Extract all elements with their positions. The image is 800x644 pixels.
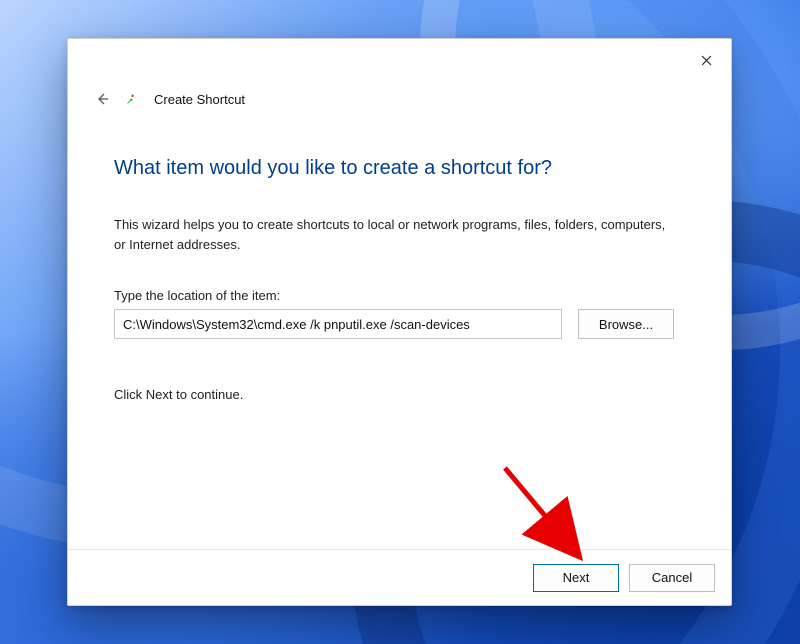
wizard-header: ↗• Create Shortcut [68,89,731,109]
continue-hint: Click Next to continue. [114,387,685,402]
dialog-content: What item would you like to create a sho… [68,109,731,549]
wizard-heading: What item would you like to create a sho… [114,155,685,181]
shortcut-wizard-icon: ↗• [126,92,140,106]
dialog-title: Create Shortcut [154,92,245,107]
titlebar [68,39,731,83]
back-arrow-icon[interactable] [92,89,112,109]
location-label: Type the location of the item: [114,288,685,303]
wizard-description: This wizard helps you to create shortcut… [114,215,674,254]
browse-button[interactable]: Browse... [578,309,674,339]
desktop-background: ↗• Create Shortcut What item would you l… [0,0,800,644]
next-button[interactable]: Next [533,564,619,592]
location-input[interactable] [114,309,562,339]
cancel-button[interactable]: Cancel [629,564,715,592]
create-shortcut-dialog: ↗• Create Shortcut What item would you l… [67,38,732,606]
close-button[interactable] [683,45,729,75]
dialog-footer: Next Cancel [68,549,731,605]
